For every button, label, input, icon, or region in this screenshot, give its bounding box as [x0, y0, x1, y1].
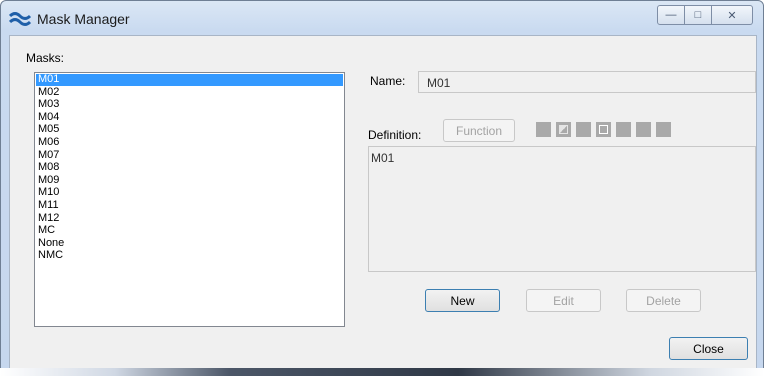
- mask-swatch[interactable]: [556, 122, 571, 137]
- definition-field[interactable]: M01: [368, 146, 756, 272]
- minimize-button[interactable]: —: [657, 5, 685, 25]
- list-item[interactable]: M12: [36, 212, 343, 225]
- list-item[interactable]: M05: [36, 124, 343, 136]
- edit-button[interactable]: Edit: [526, 289, 601, 312]
- close-icon: ✕: [727, 9, 737, 22]
- close-button[interactable]: Close: [669, 337, 748, 360]
- list-item[interactable]: M10: [36, 187, 343, 199]
- minimize-icon: —: [665, 9, 677, 21]
- list-item[interactable]: M08: [36, 162, 343, 174]
- new-button[interactable]: New: [425, 289, 500, 312]
- name-field[interactable]: M01: [418, 71, 756, 93]
- mask-swatch[interactable]: [616, 122, 631, 137]
- list-item[interactable]: M01: [36, 73, 343, 86]
- mask-swatch[interactable]: [596, 122, 611, 137]
- waves-icon: [9, 12, 31, 26]
- taskbar-strip: [0, 368, 764, 376]
- list-item[interactable]: M03: [36, 99, 343, 111]
- definition-label: Definition:: [368, 128, 422, 142]
- title-bar[interactable]: Mask Manager — □ ✕: [1, 1, 763, 35]
- list-item[interactable]: NMC: [36, 250, 343, 262]
- list-item[interactable]: None: [36, 237, 343, 250]
- function-button[interactable]: Function: [443, 119, 515, 142]
- mask-swatch[interactable]: [636, 122, 651, 137]
- maximize-button[interactable]: □: [685, 5, 712, 25]
- close-window-button[interactable]: ✕: [712, 5, 753, 25]
- list-item[interactable]: M04: [36, 111, 343, 124]
- mask-swatch[interactable]: [576, 122, 591, 137]
- caption-buttons: — □ ✕: [657, 5, 753, 25]
- masks-label: Masks:: [26, 51, 65, 65]
- name-label: Name:: [370, 74, 406, 88]
- list-item[interactable]: M06: [36, 136, 343, 149]
- mask-swatches: [536, 122, 671, 137]
- delete-button[interactable]: Delete: [626, 289, 701, 312]
- mask-swatch[interactable]: [536, 122, 551, 137]
- window-title: Mask Manager: [37, 11, 130, 27]
- list-item[interactable]: MC: [36, 225, 343, 237]
- list-item[interactable]: M09: [36, 174, 343, 187]
- list-item[interactable]: M11: [36, 199, 343, 212]
- list-item[interactable]: M02: [36, 86, 343, 99]
- mask-list[interactable]: M01 M02 M03 M04 M05 M06 M07 M08 M09 M10 M11 M12 MC No…: [34, 72, 345, 327]
- list-item[interactable]: M07: [36, 149, 343, 162]
- maximize-icon: □: [694, 9, 702, 21]
- mask-swatch[interactable]: [656, 122, 671, 137]
